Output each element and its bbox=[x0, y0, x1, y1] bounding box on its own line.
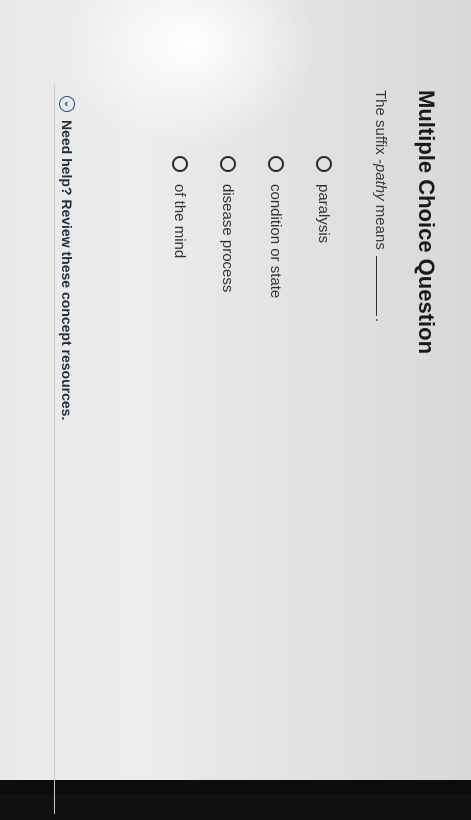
option-condition-or-state[interactable]: condition or state bbox=[263, 156, 289, 298]
stem-suffix: means bbox=[372, 200, 389, 250]
option-label: disease process bbox=[219, 184, 237, 293]
answer-blank bbox=[376, 255, 389, 316]
chevron-down-icon: ⌄ bbox=[59, 96, 75, 112]
option-label: condition or state bbox=[267, 184, 285, 299]
option-label: of the mind bbox=[171, 184, 189, 259]
radio-button[interactable] bbox=[220, 156, 236, 172]
radio-button[interactable] bbox=[316, 156, 332, 172]
answer-options: paralysis condition or state disease pro… bbox=[145, 156, 337, 298]
radio-button[interactable] bbox=[268, 156, 284, 172]
radio-button[interactable] bbox=[172, 156, 188, 172]
question-card: Multiple Choice Question The suffix -pat… bbox=[31, 80, 451, 820]
divider bbox=[54, 84, 55, 814]
option-paralysis[interactable]: paralysis bbox=[311, 156, 337, 298]
help-label: Need help? Review these concept resource… bbox=[59, 120, 75, 421]
option-of-the-mind[interactable]: of the mind bbox=[167, 156, 193, 298]
stem-prefix: The suffix bbox=[372, 90, 389, 159]
stem-term: -pathy bbox=[372, 158, 389, 201]
rotated-page: Multiple Choice Question The suffix -pat… bbox=[0, 0, 471, 814]
option-disease-process[interactable]: disease process bbox=[215, 156, 241, 298]
question-stem: The suffix -pathy means. bbox=[372, 90, 389, 322]
question-title: Multiple Choice Question bbox=[414, 90, 439, 355]
option-label: paralysis bbox=[315, 184, 333, 244]
stem-end: . bbox=[372, 317, 389, 322]
help-link[interactable]: ⌄ Need help? Review these concept resour… bbox=[59, 96, 75, 420]
